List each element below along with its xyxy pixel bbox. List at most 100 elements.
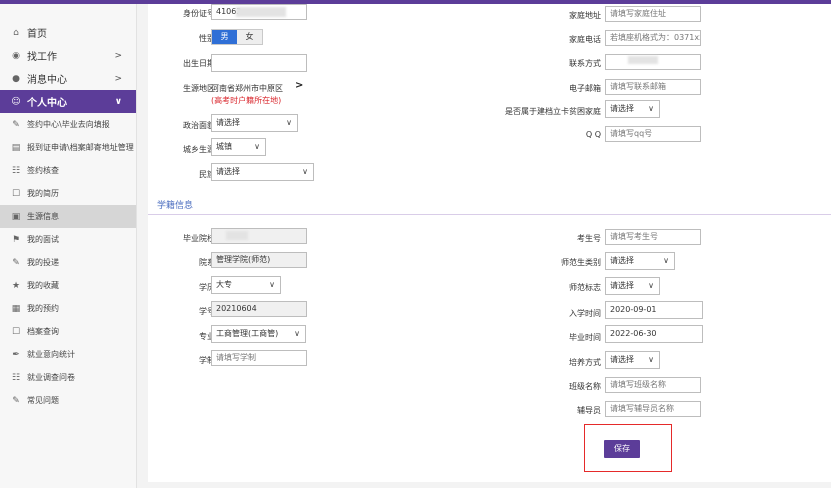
bottom-strip	[148, 482, 831, 488]
sidebar-subitem-label: 我的投递	[27, 258, 59, 267]
political-select[interactable]: 请选择	[211, 114, 298, 132]
save-button[interactable]: 保存	[604, 440, 640, 458]
bank-icon: ⌂	[13, 27, 19, 38]
school-blur	[226, 231, 248, 240]
chevron-icon: >	[114, 73, 122, 84]
sidebar-item-1[interactable]: ◉ 找工作 >	[0, 44, 136, 67]
sidebar-item-label: 找工作	[27, 52, 57, 63]
home-phone-label: 家庭电话	[569, 35, 601, 44]
check-doc-icon: ☷	[11, 165, 21, 176]
sidebar-subitem-12[interactable]: ✎ 常见问题	[0, 389, 136, 412]
sidebar-item-label: 个人中心	[27, 98, 67, 109]
contact-label: 联系方式	[569, 59, 601, 68]
survey-icon: ☷	[11, 372, 21, 383]
email-label: 电子邮箱	[569, 84, 601, 93]
years-input[interactable]: 请填写学制	[211, 350, 307, 366]
id-blur	[236, 7, 286, 17]
sidebar-subitem-7[interactable]: ★ 我的收藏	[0, 274, 136, 297]
train-select[interactable]: 请选择	[605, 351, 660, 369]
sidebar-subitem-8[interactable]: ▦ 我的预约	[0, 297, 136, 320]
gender-toggle[interactable]: 男 女	[211, 29, 263, 45]
sidebar-item-2[interactable]: ● 消息中心 >	[0, 67, 136, 90]
section-divider	[148, 214, 831, 215]
home-phone-input[interactable]: 若填座机格式为：0371xxxx	[605, 30, 701, 46]
sidebar-subitem-0[interactable]: ✎ 签约中心\毕业去向填报	[0, 113, 136, 136]
poverty-label: 是否属于建档立卡贫困家庭	[505, 107, 601, 116]
enroll-date-input[interactable]: 2020-09-01	[605, 301, 703, 319]
normal-select[interactable]: 请选择	[605, 252, 675, 270]
edit-icon: ✎	[12, 119, 20, 130]
poverty-select[interactable]: 请选择	[605, 100, 660, 118]
train-label: 培养方式	[569, 358, 601, 367]
star-icon: ★	[11, 280, 21, 291]
sidebar-subitem-2[interactable]: ☷ 签约核查	[0, 159, 136, 182]
sidebar: ⌂ 首页 ◉ 找工作 > ● 消息中心 > ☺ 个人中心 ∨ ✎ 签约中心\毕业去向填报 ▤ 报到证申请\…	[0, 4, 137, 488]
origin-note: (高考时户籍所在地)	[211, 96, 282, 105]
gender-male-option[interactable]: 男	[212, 30, 237, 44]
sidebar-subitem-5[interactable]: ⚑ 我的面试	[0, 228, 136, 251]
sidebar-subitem-label: 我的收藏	[27, 281, 59, 290]
class-label: 班级名称	[569, 382, 601, 391]
major-select[interactable]: 工商管理(工商管)	[211, 325, 306, 343]
normal-flag-select[interactable]: 请选择	[605, 277, 660, 295]
class-input[interactable]: 请填写班级名称	[605, 377, 701, 393]
ethnic-select[interactable]: 请选择	[211, 163, 314, 181]
pen-icon: ✒	[12, 349, 20, 360]
normal-flag-label: 师范标志	[569, 283, 601, 292]
stuno-field: 20210604	[211, 301, 307, 317]
resume-icon: ☐	[11, 188, 21, 199]
main-panel: 身份证号 41062 性别 男 女 出生日期 生源地区 河南省郑州市中原区 > …	[148, 4, 831, 482]
qq-input[interactable]: 请填写qq号	[605, 126, 701, 142]
origin-arrow-icon[interactable]: >	[295, 80, 303, 91]
enroll-label: 入学时间	[569, 309, 601, 318]
sidebar-subitem-9[interactable]: ☐ 档案查询	[0, 320, 136, 343]
home-address-input[interactable]: 请填写家庭住址	[605, 6, 701, 22]
sidebar-item-label: 首页	[27, 29, 47, 40]
exam-input[interactable]: 请填写考生号	[605, 229, 701, 245]
sidebar-item-label: 消息中心	[27, 75, 67, 86]
sidebar-subitem-3[interactable]: ☐ 我的简历	[0, 182, 136, 205]
sidebar-subitem-label: 就业调查问卷	[27, 373, 75, 382]
urban-select[interactable]: 城镇	[211, 138, 266, 156]
sidebar-subitem-label: 就业意向统计	[27, 350, 75, 359]
email-input[interactable]: 请填写联系邮箱	[605, 79, 701, 95]
sidebar-subitem-label: 签约中心\毕业去向填报	[27, 120, 110, 129]
sidebar-subitem-label: 签约核查	[27, 166, 59, 175]
degree-select[interactable]: 大专	[211, 276, 281, 294]
sidebar-subitem-11[interactable]: ☷ 就业调查问卷	[0, 366, 136, 389]
sidebar-subitem-label: 生源信息	[27, 212, 59, 221]
send-icon: ✎	[12, 257, 20, 268]
normal-label: 师范生类别	[561, 258, 601, 267]
sidebar-subitem-10[interactable]: ✒ 就业意向统计	[0, 343, 136, 366]
id-card-icon: ▣	[11, 211, 21, 222]
contact-blur	[628, 56, 658, 64]
chevron-icon: ∨	[114, 96, 122, 107]
sidebar-subitem-6[interactable]: ✎ 我的投递	[0, 251, 136, 274]
qq-label: Q Q	[585, 130, 601, 139]
sidebar-subitem-1[interactable]: ▤ 报到证申请\档案邮寄地址管理	[0, 136, 136, 159]
sidebar-subitem-4[interactable]: ▣ 生源信息	[0, 205, 136, 228]
tutor-input[interactable]: 请填写辅导员名称	[605, 401, 701, 417]
group-icon: ⚑	[11, 234, 21, 245]
home-address-label: 家庭地址	[569, 11, 601, 20]
sidebar-subitem-label: 我的预约	[27, 304, 59, 313]
sidebar-item-3[interactable]: ☺ 个人中心 ∨	[0, 90, 136, 113]
birth-date-field[interactable]	[211, 54, 307, 72]
grad-date-input[interactable]: 2022-06-30	[605, 325, 703, 343]
sidebar-item-0[interactable]: ⌂ 首页	[0, 21, 136, 44]
calendar-icon: ▦	[11, 303, 21, 314]
sidebar-subitem-label: 我的简历	[27, 189, 59, 198]
sidebar-subitem-label: 我的面试	[27, 235, 59, 244]
user-icon: ☺	[11, 96, 21, 107]
sidebar-subitem-label: 常见问题	[27, 396, 59, 405]
gender-female-option[interactable]: 女	[237, 30, 262, 44]
chevron-icon: >	[114, 50, 122, 61]
sidebar-subitem-label: 报到证申请\档案邮寄地址管理	[27, 143, 134, 152]
chat-icon: ●	[12, 73, 20, 84]
card-icon: ▤	[11, 142, 21, 153]
grad-label: 毕业时间	[569, 333, 601, 342]
sidebar-subitem-label: 档案查询	[27, 327, 59, 336]
dept-field: 管理学院(师范)	[211, 252, 307, 268]
origin-value[interactable]: 河南省郑州市中原区	[211, 83, 283, 94]
